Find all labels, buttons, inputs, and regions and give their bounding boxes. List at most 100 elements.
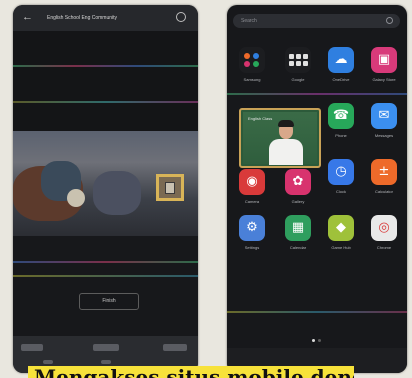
google-folder-icon [285,47,311,73]
app-galaxy-store[interactable]: ▣ Galaxy Store [367,47,401,93]
video-figure [67,189,85,207]
phone-icon: ☎ [328,103,354,129]
caption-banner: Mengakses situs mobile dengan [28,366,354,378]
gear-icon-glyph: ⚙ [246,220,258,235]
app-chrome[interactable]: ◎ Chrome [367,215,401,261]
picture-in-picture-video[interactable]: English Class [239,108,321,168]
app-label: Messages [374,133,394,138]
app-label: Galaxy Store [372,77,396,82]
calculator-icon-glyph: ± [378,164,390,179]
folder-app-dot [253,53,259,59]
picture-frame [156,174,184,201]
caption-text: Mengakses situs mobile dengan [34,366,354,378]
picture-frame-inner [165,182,175,194]
cloud-icon: ☁ [328,47,354,73]
app-label: Camera [244,199,260,204]
folder-app-dot [253,61,259,67]
page-indicator [312,339,324,343]
scanline-glitch [227,93,407,95]
scanline-glitch [13,261,198,263]
folder-app-dot [303,54,308,59]
folder-app-dot [303,61,308,66]
app-label: OneDrive [332,77,350,82]
app-samsung[interactable]: Samsung [235,47,269,93]
app-label: Game Hub [331,245,351,250]
samsung-folder-icon [239,47,265,73]
app-phone[interactable]: ☎ Phone [324,103,358,149]
chrome-icon-glyph: ◎ [378,220,390,235]
folder-app-dot [296,61,301,66]
search-icon [386,17,393,24]
video-subtitle [75,217,135,225]
more-options-icon[interactable] [176,12,186,22]
camera-icon: ◉ [239,169,265,195]
app-gallery[interactable]: ✿ Gallery [281,169,315,215]
app-settings[interactable]: ⚙ Settings [235,215,269,261]
app-label: Google [291,77,305,82]
chalkboard-background: English Class [243,112,317,165]
game-icon-glyph: ◆ [336,220,346,235]
folder-app-dot [289,61,294,66]
scanline-glitch [13,275,198,277]
app-onedrive[interactable]: ☁ OneDrive [324,47,358,93]
video-player[interactable] [13,131,198,236]
popup-board-text: English Class [248,116,273,121]
nav-home-icon[interactable] [101,360,111,364]
left-lower-area [13,236,198,336]
app-game-hub[interactable]: ◆ Game Hub [324,215,358,261]
camera-icon-glyph: ◉ [246,174,258,189]
left-upper-blank-area [13,31,198,131]
app-label: Samsung [243,77,261,82]
app-label: Phone [335,133,347,138]
progress-controls[interactable] [93,344,119,351]
arrow-left-icon[interactable]: ← [22,11,33,23]
clock-icon-glyph: ◷ [335,164,347,179]
chrome-icon: ◎ [371,215,397,241]
volume-controls[interactable] [163,344,187,351]
nav-back-icon[interactable] [43,360,53,364]
cloud-icon-glyph: ☁ [334,52,348,67]
scanline-glitch [227,311,407,313]
left-top-app-bar: ← English School Eng Community [13,5,198,31]
playback-controls[interactable] [21,344,43,351]
folder-app-dot [289,54,294,59]
gear-icon: ⚙ [239,215,265,241]
flower-icon: ✿ [285,169,311,195]
app-calculator[interactable]: ± Calculator [367,159,401,205]
calendar-icon: ▦ [285,215,311,241]
app-label: Clock [335,189,346,194]
message-icon-glyph: ✉ [378,108,390,123]
page-dot-active [312,339,315,342]
app-label: Calculator [374,189,393,194]
finish-button[interactable]: Finish [79,293,139,310]
teacher-figure-body [269,139,303,165]
video-figure [93,171,141,215]
folder-app-dot [296,54,301,59]
search-bar[interactable]: Search [233,14,400,28]
scanline-glitch [13,65,198,67]
app-camera[interactable]: ◉ Camera [235,169,269,215]
app-label: Gallery [291,199,305,204]
game-icon: ◆ [328,215,354,241]
store-bag-icon: ▣ [371,47,397,73]
calendar-icon-glyph: ▦ [291,220,305,235]
folder-app-dot [244,61,250,67]
left-phone-screen: ← English School Eng Community Finish [13,5,198,373]
app-label: Chrome [376,245,392,250]
folder-app-dot [244,53,250,59]
message-icon: ✉ [371,103,397,129]
app-google[interactable]: Google [281,47,315,93]
calculator-icon: ± [371,159,397,185]
teacher-figure-hair [278,120,294,127]
screenshot-page: ← English School Eng Community Finish Se… [0,0,412,378]
left-screen-title: English School Eng Community [47,15,118,21]
search-placeholder: Search [241,18,257,24]
clock-icon: ◷ [328,159,354,185]
app-label: Settings [244,245,260,250]
app-messages[interactable]: ✉ Messages [367,103,401,149]
phone-icon-glyph: ☎ [332,108,350,123]
store-bag-icon-glyph: ▣ [377,52,391,67]
page-dot [318,339,321,342]
app-calendar[interactable]: ▦ Calendar [281,215,315,261]
app-clock[interactable]: ◷ Clock [324,159,358,205]
